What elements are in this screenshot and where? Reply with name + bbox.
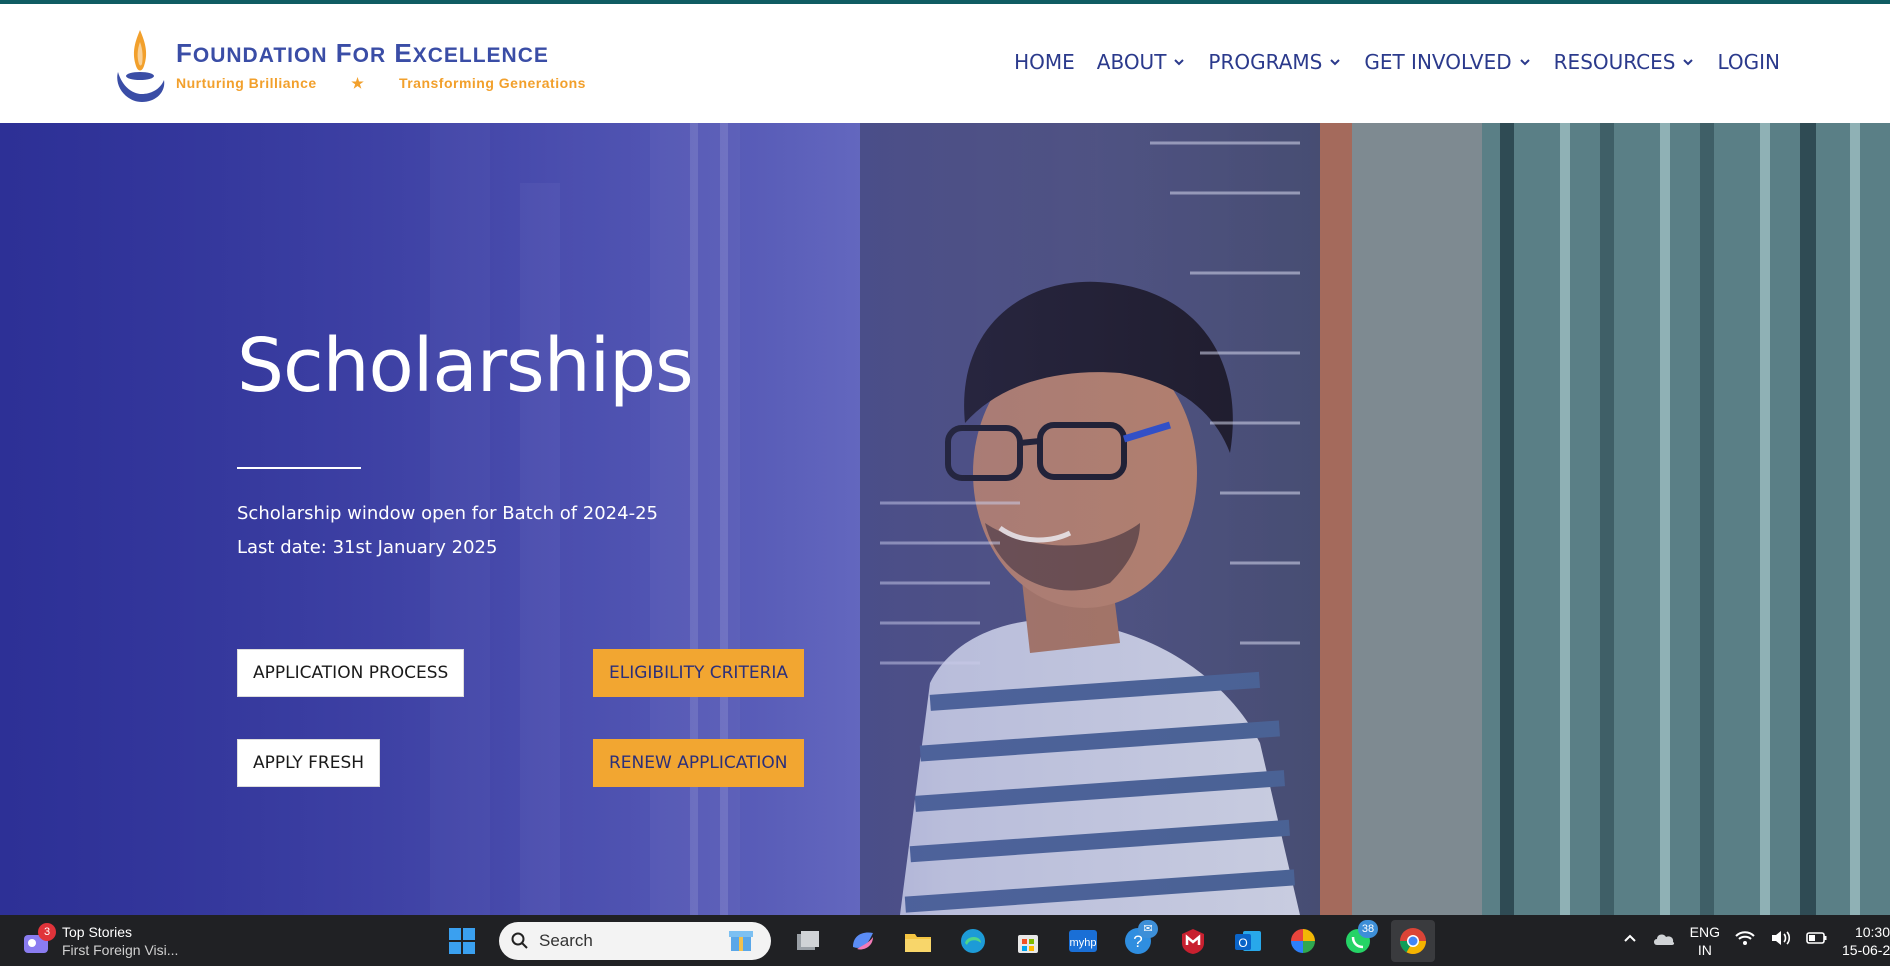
wifi-icon[interactable] (1734, 929, 1756, 952)
chevron-down-icon (1683, 59, 1694, 66)
svg-text:O: O (1238, 936, 1247, 950)
apply-fresh-button[interactable]: APPLY FRESH (237, 739, 381, 787)
site-header: FOUNDATION FOR EXCELLENCE Nurturing Bril… (0, 4, 1890, 123)
hero-deadline: Last date: 31st January 2025 (237, 537, 498, 558)
hero-banner: Scholarships Scholarship window open for… (0, 123, 1890, 915)
news-widget[interactable]: 3 Top Stories First Foreign Visi... (20, 923, 178, 959)
clock-time: 10:30 (1854, 923, 1890, 940)
whatsapp-icon[interactable]: 38 (1336, 920, 1380, 962)
hero-divider (237, 467, 361, 469)
battery-icon[interactable] (1806, 931, 1828, 950)
chrome-icon[interactable] (1391, 920, 1435, 962)
onedrive-cloud-icon[interactable] (1652, 929, 1676, 952)
chevron-down-icon (1174, 59, 1185, 66)
flame-logo-icon (117, 30, 165, 102)
system-tray: ENG IN 10:30 15-06-2025 (1622, 915, 1890, 966)
nav-programs[interactable]: PROGRAMS (1208, 50, 1342, 74)
help-mail-badge: ✉ (1138, 920, 1158, 938)
edge-browser-icon[interactable] (951, 920, 995, 962)
logo-title: FOUNDATION FOR EXCELLENCE (176, 38, 549, 68)
tagline-left: Nurturing Brilliance (176, 75, 317, 91)
help-icon[interactable]: ? ✉ (1116, 920, 1160, 962)
svg-text:myhp: myhp (1070, 937, 1097, 949)
hero-content: Scholarships Scholarship window open for… (237, 123, 937, 915)
photos-pinwheel-icon[interactable] (1281, 920, 1325, 962)
windows-start-icon[interactable] (440, 920, 484, 962)
microsoft-store-icon[interactable] (1006, 920, 1050, 962)
hero-announcement: Scholarship window open for Batch of 202… (237, 503, 658, 524)
search-placeholder: Search (539, 931, 593, 950)
renew-application-button[interactable]: RENEW APPLICATION (593, 739, 804, 787)
tagline-right: Transforming Generations (398, 75, 586, 91)
taskbar-apps: Search myhp ? ✉ O 38 (440, 920, 1435, 962)
chevron-down-icon (1519, 59, 1530, 66)
news-subtitle: First Foreign Visi... (62, 942, 179, 958)
copilot-icon[interactable] (841, 920, 885, 962)
news-title: Top Stories (62, 924, 133, 940)
windows-taskbar: 3 Top Stories First Foreign Visi... Sear… (0, 915, 1890, 966)
gift-icon (719, 925, 759, 958)
logo-tagline: Nurturing Brilliance ★ Transforming Gene… (176, 75, 586, 92)
nav-get-involved[interactable]: GET INVOLVED (1364, 50, 1531, 74)
main-nav: HOME ABOUT PROGRAMS GET INVOLVED RESOURC… (1014, 50, 1780, 74)
site-logo[interactable]: FOUNDATION FOR EXCELLENCE Nurturing Bril… (112, 28, 592, 104)
myhp-icon[interactable]: myhp (1061, 920, 1105, 962)
clock-date: 15-06-2025 (1842, 941, 1890, 958)
star-icon: ★ (351, 75, 365, 91)
volume-icon[interactable] (1770, 929, 1792, 952)
region-code: IN (1697, 941, 1712, 958)
nav-resources[interactable]: RESOURCES (1554, 50, 1696, 74)
mcafee-icon[interactable] (1171, 920, 1215, 962)
chevron-up-icon[interactable] (1622, 930, 1638, 951)
chevron-down-icon (1330, 59, 1341, 66)
language-code: ENG (1689, 923, 1720, 940)
outlook-icon[interactable]: O (1226, 920, 1270, 962)
language-indicator[interactable]: ENG IN (1690, 923, 1720, 959)
news-badge: 3 (38, 923, 56, 941)
application-process-button[interactable]: APPLICATION PROCESS (237, 649, 465, 697)
nav-home[interactable]: HOME (1014, 50, 1075, 74)
taskbar-search[interactable]: Search (499, 922, 771, 960)
nav-login[interactable]: LOGIN (1717, 50, 1780, 74)
file-explorer-icon[interactable] (896, 920, 940, 962)
hero-title: Scholarships (237, 323, 694, 409)
search-icon (511, 932, 528, 949)
whatsapp-badge: 38 (1358, 920, 1378, 938)
eligibility-criteria-button[interactable]: ELIGIBILITY CRITERIA (593, 649, 805, 697)
clock[interactable]: 10:30 15-06-2025 (1842, 923, 1890, 959)
news-widget-icon: 3 (20, 923, 56, 957)
nav-about[interactable]: ABOUT (1097, 50, 1187, 74)
task-view-icon[interactable] (786, 920, 830, 962)
